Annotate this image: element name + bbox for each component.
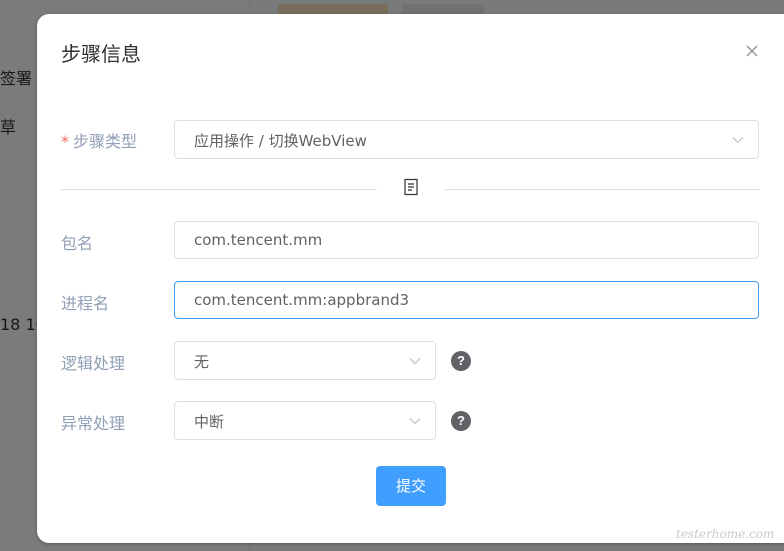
logic-handling-help-icon[interactable]: ? xyxy=(451,351,471,371)
step-type-label-text: 步骤类型 xyxy=(73,132,138,151)
step-type-value: 应用操作 / 切换WebView xyxy=(194,132,367,150)
step-type-select[interactable]: 应用操作 / 切换WebView xyxy=(174,120,759,159)
exception-handling-label: 异常处理 xyxy=(61,414,126,433)
package-name-input[interactable]: com.tencent.mm xyxy=(174,221,759,259)
chevron-down-icon xyxy=(409,418,421,425)
chevron-down-icon xyxy=(409,358,421,365)
exception-handling-help-icon[interactable]: ? xyxy=(451,411,471,431)
package-name-label: 包名 xyxy=(61,234,94,253)
process-name-input[interactable]: com.tencent.mm:appbrand3 xyxy=(174,281,759,319)
process-name-label: 进程名 xyxy=(61,294,110,313)
step-info-dialog: 步骤信息 * 步骤类型 应用操作 / 切换WebView 包名 com.tence… xyxy=(37,14,784,543)
logic-handling-label: 逻辑处理 xyxy=(61,354,126,373)
watermark: testerhome.com xyxy=(676,527,775,541)
required-mark: * xyxy=(61,132,69,151)
exception-handling-value: 中断 xyxy=(194,413,225,431)
step-type-label: * 步骤类型 xyxy=(61,128,137,152)
package-name-value: com.tencent.mm xyxy=(194,231,323,249)
divider-line-left xyxy=(61,189,377,190)
submit-button-label: 提交 xyxy=(395,478,426,495)
exception-handling-select[interactable]: 中断 xyxy=(174,401,436,440)
logic-handling-value: 无 xyxy=(194,353,210,371)
process-name-value: com.tencent.mm:appbrand3 xyxy=(194,291,410,309)
logic-handling-select[interactable]: 无 xyxy=(174,341,436,380)
divider-line-right xyxy=(445,189,760,190)
close-icon[interactable] xyxy=(744,43,760,59)
dialog-title: 步骤信息 xyxy=(61,42,141,66)
submit-button[interactable]: 提交 xyxy=(376,466,446,506)
chevron-down-icon xyxy=(732,137,744,144)
document-icon xyxy=(404,178,418,196)
